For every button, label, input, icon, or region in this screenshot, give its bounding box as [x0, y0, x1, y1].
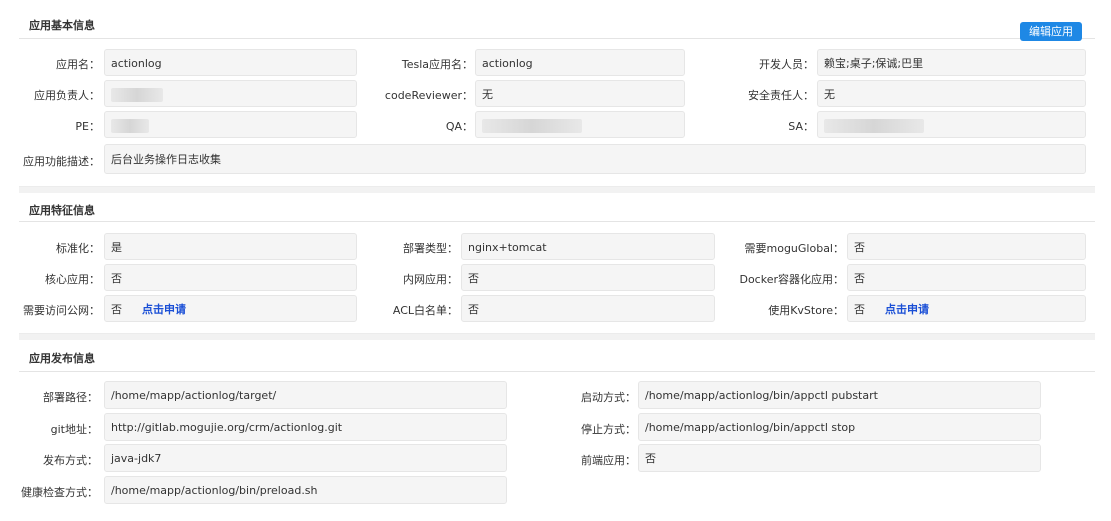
owner-label: 应用负责人：	[34, 89, 100, 102]
deploy-type-field: nginx+tomcat	[461, 233, 715, 260]
git-url-label: git地址：	[50, 423, 98, 436]
start-method-field: /home/mapp/actionlog/bin/appctl pubstart	[638, 381, 1041, 409]
security-owner-label: 安全责任人：	[748, 89, 814, 102]
basic-info-header: 应用基本信息 编辑应用	[19, 8, 1095, 41]
public-access-apply-link[interactable]: 点击申请	[142, 303, 186, 316]
features-header: 应用特征信息	[19, 193, 1095, 222]
sa-label: SA：	[788, 120, 814, 133]
pe-label: PE：	[75, 120, 100, 133]
health-check-field: /home/mapp/actionlog/bin/preload.sh	[104, 476, 507, 504]
pe-field	[104, 111, 357, 138]
description-label: 应用功能描述：	[23, 155, 100, 168]
redacted-value	[111, 119, 149, 133]
edit-app-button[interactable]: 编辑应用	[1020, 22, 1082, 41]
tesla-name-label: Tesla应用名：	[401, 58, 473, 71]
release-title: 应用发布信息	[29, 352, 95, 365]
publish-method-field: java-jdk7	[104, 444, 507, 472]
release-header: 应用发布信息	[19, 341, 1095, 372]
owner-field	[104, 80, 357, 107]
kvstore-field: 否 点击申请	[847, 295, 1086, 322]
redacted-value	[824, 119, 924, 133]
description-field: 后台业务操作日志收集	[104, 144, 1086, 174]
git-url-field: http://gitlab.mogujie.org/crm/actionlog.…	[104, 413, 507, 441]
code-reviewer-field: 无	[475, 80, 685, 107]
kvstore-label: 使用KvStore：	[768, 304, 844, 317]
start-method-label: 启动方式：	[581, 391, 636, 404]
app-name-label: 应用名：	[56, 58, 100, 71]
public-access-value: 否	[111, 303, 122, 316]
qa-label: QA：	[445, 120, 473, 133]
deploy-path-field: /home/mapp/actionlog/target/	[104, 381, 507, 409]
sa-field	[817, 111, 1086, 138]
deploy-path-label: 部署路径：	[43, 391, 98, 404]
section-divider	[19, 334, 1095, 340]
stop-method-label: 停止方式：	[581, 423, 636, 436]
security-owner-field: 无	[817, 80, 1086, 107]
docker-field: 否	[847, 264, 1086, 291]
frontend-app-label: 前端应用：	[581, 454, 636, 467]
redacted-value	[482, 119, 582, 133]
mogu-global-label: 需要moguGlobal：	[744, 242, 845, 255]
acl-whitelist-label: ACL白名单：	[392, 304, 458, 317]
redacted-value	[111, 88, 163, 102]
kvstore-apply-link[interactable]: 点击申请	[885, 303, 929, 316]
acl-whitelist-field: 否	[461, 295, 715, 322]
tesla-name-field: actionlog	[475, 49, 685, 76]
public-access-label: 需要访问公网：	[23, 304, 100, 317]
core-app-field: 否	[104, 264, 357, 291]
mogu-global-field: 否	[847, 233, 1086, 260]
core-app-label: 核心应用：	[45, 273, 100, 286]
developers-label: 开发人员：	[759, 58, 814, 71]
features-title: 应用特征信息	[29, 204, 95, 217]
intranet-app-label: 内网应用：	[403, 273, 458, 286]
docker-label: Docker容器化应用：	[739, 273, 844, 286]
intranet-app-field: 否	[461, 264, 715, 291]
public-access-field: 否 点击申请	[104, 295, 357, 322]
frontend-app-field: 否	[638, 444, 1041, 472]
deploy-type-label: 部署类型：	[403, 242, 458, 255]
developers-field: 赖宝;桌子;保诚;巴里	[817, 49, 1086, 76]
basic-info-title: 应用基本信息	[29, 19, 95, 32]
app-name-field: actionlog	[104, 49, 357, 76]
standardized-label: 标准化：	[56, 242, 100, 255]
stop-method-field: /home/mapp/actionlog/bin/appctl stop	[638, 413, 1041, 441]
health-check-label: 健康检查方式：	[21, 486, 98, 499]
code-reviewer-label: codeReviewer：	[384, 89, 473, 102]
kvstore-value: 否	[854, 303, 865, 316]
publish-method-label: 发布方式：	[43, 454, 98, 467]
standardized-field: 是	[104, 233, 357, 260]
qa-field	[475, 111, 685, 138]
